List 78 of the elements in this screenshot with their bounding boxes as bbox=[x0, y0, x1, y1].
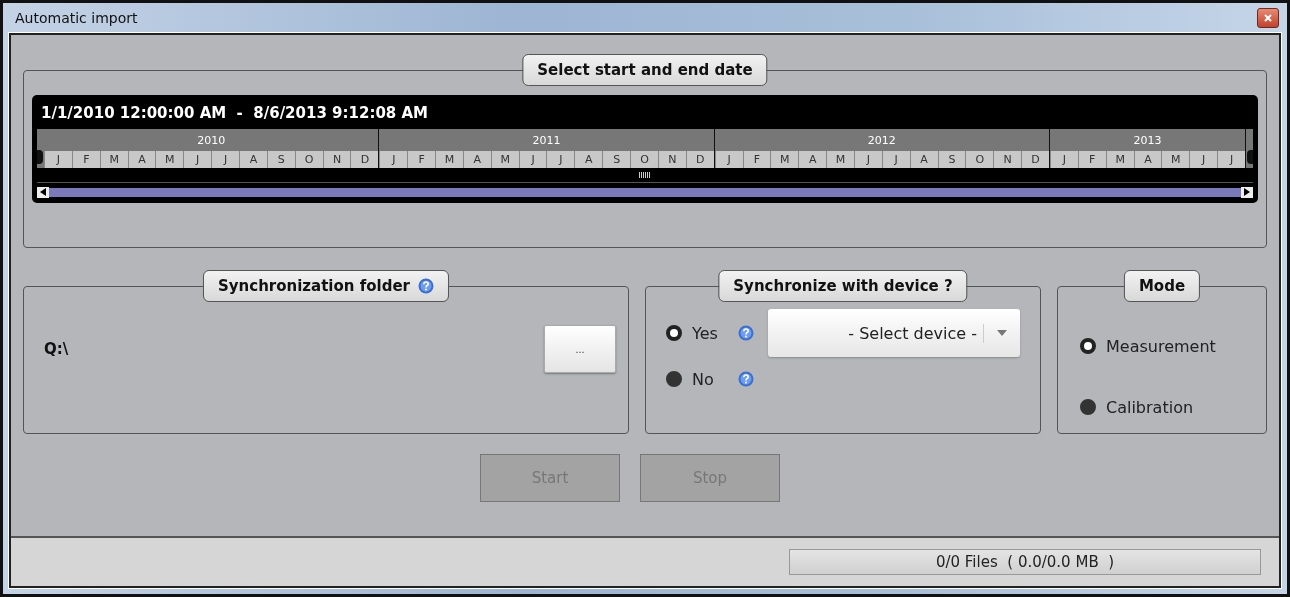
group-heading: Mode bbox=[1123, 270, 1201, 302]
close-icon bbox=[1263, 13, 1273, 23]
month-cell[interactable]: O bbox=[630, 151, 658, 168]
folder-path: Q:\ bbox=[44, 340, 69, 358]
month-cell[interactable]: S bbox=[602, 151, 631, 168]
year-label: 2011 bbox=[531, 133, 562, 149]
month-cell[interactable]: J bbox=[211, 151, 239, 168]
month-cell[interactable]: J bbox=[379, 151, 408, 168]
radio-button[interactable] bbox=[666, 325, 682, 341]
browse-button[interactable]: ... bbox=[544, 325, 616, 373]
month-cell[interactable]: S bbox=[266, 151, 295, 168]
scrollbar-thumb[interactable] bbox=[49, 187, 1241, 197]
month-cell[interactable]: M bbox=[1105, 151, 1134, 168]
month-cell[interactable]: J bbox=[1217, 151, 1245, 168]
month-cell[interactable]: J bbox=[1189, 151, 1218, 168]
year-label: 2012 bbox=[866, 133, 897, 149]
month-cell[interactable]: F bbox=[71, 151, 100, 168]
month-cell[interactable]: F bbox=[742, 151, 771, 168]
year-label: 2010 bbox=[196, 133, 227, 149]
month-cell[interactable]: A bbox=[574, 151, 603, 168]
month-cell[interactable]: J bbox=[881, 151, 910, 168]
month-cell[interactable]: J bbox=[44, 151, 72, 168]
device-dropdown[interactable]: - Select device - bbox=[768, 309, 1020, 357]
group-heading: Synchronize with device ? bbox=[718, 270, 968, 302]
window-title: Automatic import bbox=[15, 10, 138, 26]
month-cell[interactable]: O bbox=[965, 151, 994, 168]
range-end-handle[interactable] bbox=[1247, 150, 1253, 164]
month-cell[interactable]: D bbox=[685, 151, 714, 168]
month-cell[interactable]: N bbox=[993, 151, 1022, 168]
month-cell[interactable]: D bbox=[350, 151, 379, 168]
month-cell[interactable]: J bbox=[518, 151, 547, 168]
help-icon[interactable] bbox=[738, 371, 754, 387]
month-cell[interactable]: S bbox=[937, 151, 966, 168]
month-cell[interactable]: J bbox=[853, 151, 882, 168]
month-cell[interactable]: D bbox=[1021, 151, 1049, 168]
month-cell[interactable]: A bbox=[1133, 151, 1162, 168]
month-cell[interactable]: M bbox=[770, 151, 799, 168]
month-cell[interactable]: F bbox=[1077, 151, 1106, 168]
month-cell[interactable]: M bbox=[435, 151, 463, 168]
date-range-text: 1/1/2010 12:00:00 AM - 8/6/2013 9:12:08 AM bbox=[40, 103, 430, 124]
month-cell[interactable]: A bbox=[909, 151, 938, 168]
month-cell[interactable]: M bbox=[826, 151, 854, 168]
range-start-handle[interactable] bbox=[37, 150, 43, 164]
month-cell[interactable]: A bbox=[798, 151, 827, 168]
month-cell[interactable]: M bbox=[490, 151, 519, 168]
close-button[interactable] bbox=[1257, 8, 1279, 28]
radio-button[interactable] bbox=[666, 371, 682, 387]
help-icon[interactable] bbox=[738, 325, 754, 341]
month-cell[interactable]: F bbox=[407, 151, 436, 168]
scroll-right-button[interactable] bbox=[1241, 186, 1253, 198]
month-cell[interactable]: M bbox=[155, 151, 184, 168]
radio-button[interactable] bbox=[1080, 338, 1096, 354]
option-label: Calibration bbox=[1106, 397, 1194, 417]
group-heading: Select start and end date bbox=[522, 54, 768, 86]
month-cell[interactable]: M bbox=[1161, 151, 1190, 168]
grip-icon[interactable] bbox=[639, 172, 651, 178]
month-cell[interactable]: A bbox=[127, 151, 156, 168]
month-cell[interactable]: N bbox=[322, 151, 351, 168]
month-cell[interactable]: A bbox=[239, 151, 267, 168]
radio-button[interactable] bbox=[1080, 399, 1096, 415]
month-cell[interactable]: O bbox=[294, 151, 323, 168]
group-heading: Synchronization folder bbox=[203, 270, 449, 302]
year-label: 2013 bbox=[1132, 133, 1163, 149]
month-cell[interactable]: N bbox=[657, 151, 686, 168]
scroll-left-button[interactable] bbox=[37, 186, 49, 198]
caret-icon bbox=[997, 330, 1007, 336]
option-label: Yes bbox=[692, 323, 719, 343]
file-count-text: 0/0 Files ( 0.0/0.0 MB ) bbox=[935, 553, 1115, 571]
month-cell[interactable]: A bbox=[462, 151, 491, 168]
timeline[interactable]: 1/1/2010 12:00:00 AM - 8/6/2013 9:12:08 AM 2010 J F M A M J J A S O N D 2011 J F M A M J J A S O N D 2012 J F M A M J J A S O N D 2013 J F M A M J J bbox=[32, 95, 1258, 203]
month-cell[interactable]: M bbox=[99, 151, 128, 168]
help-icon[interactable] bbox=[418, 278, 434, 294]
month-cell[interactable]: J bbox=[714, 151, 743, 168]
month-cell[interactable]: J bbox=[546, 151, 575, 168]
option-label: Measurement bbox=[1106, 336, 1216, 356]
month-cell[interactable]: J bbox=[183, 151, 212, 168]
month-cell[interactable]: J bbox=[1050, 151, 1078, 168]
option-label: No bbox=[692, 369, 715, 389]
